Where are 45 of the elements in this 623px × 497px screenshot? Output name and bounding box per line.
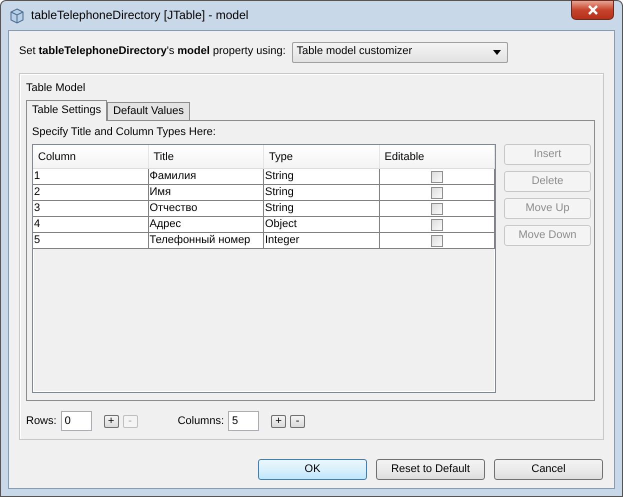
table-cell: 3 [33, 201, 148, 218]
dialog-button[interactable]: OK [258, 459, 367, 480]
dialog-button[interactable]: Cancel [494, 459, 603, 480]
table-cell: 1 [33, 169, 148, 186]
plus-button[interactable]: + [271, 414, 286, 428]
table-cell: Фамилия [148, 169, 264, 186]
table-cell: String [264, 169, 380, 186]
model-dropdown[interactable]: Table model customizer [292, 42, 508, 62]
column-header[interactable]: Editable [380, 145, 495, 168]
table-cell: String [264, 201, 380, 218]
close-button[interactable] [571, 0, 614, 20]
property-label: Set tableTelephoneDirectory's model property using: [19, 45, 286, 59]
table-cell: Integer [264, 233, 380, 250]
cube-icon [9, 8, 25, 24]
column-header[interactable]: Type [264, 145, 380, 168]
checkbox[interactable] [430, 170, 443, 183]
plus-button[interactable]: + [104, 414, 119, 428]
table-cell: Телефонный номер [148, 233, 264, 250]
column-header[interactable]: Title [148, 145, 264, 168]
checkbox[interactable] [430, 234, 443, 247]
rows-input[interactable]: 0 [60, 411, 92, 432]
checkbox[interactable] [430, 202, 443, 215]
checkbox[interactable] [430, 218, 443, 231]
tab[interactable]: Default Values [107, 102, 190, 120]
table-cell: 5 [33, 233, 148, 250]
checkbox[interactable] [430, 186, 443, 199]
column-header[interactable]: Column [33, 145, 148, 168]
dialog-button[interactable]: Reset to Default [376, 459, 485, 480]
table-cell: Адрес [148, 217, 264, 234]
columns-input[interactable]: 5 [228, 411, 260, 432]
window-title: tableTelephoneDirectory [JTable] - model [31, 8, 248, 23]
table-cell: Object [264, 217, 380, 234]
close-icon [586, 5, 598, 15]
rows-label: Rows: [26, 414, 57, 428]
table-cell: 2 [33, 185, 148, 202]
caret-icon [492, 50, 501, 54]
table-cell: String [264, 185, 380, 202]
table-cell: Имя [148, 185, 264, 202]
table-cell: 4 [33, 217, 148, 234]
group-title: Table Model [26, 82, 86, 96]
table-cell: Отчество [148, 201, 264, 218]
minus-button[interactable]: - [290, 414, 306, 428]
instruction-text: Specify Title and Column Types Here: [32, 126, 217, 140]
tab[interactable]: Table Settings [26, 100, 108, 122]
columns-label: Columns: [178, 414, 224, 428]
